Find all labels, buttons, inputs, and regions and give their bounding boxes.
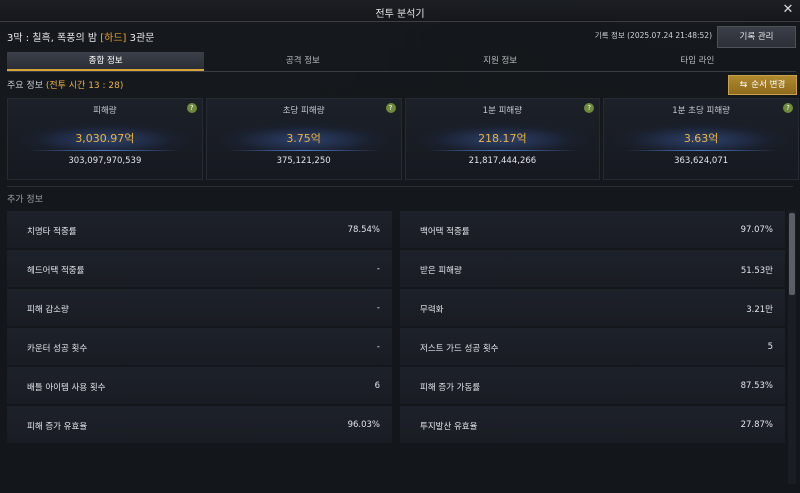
close-icon[interactable]: ✕: [780, 2, 796, 18]
stat-cards: 피해량 ? 3,030.97억 303,097,970,539 초당 피해량 ?…: [7, 98, 799, 180]
stat-name: 투지발산 유효율: [420, 422, 478, 432]
record-manage-button[interactable]: 기록 관리: [717, 26, 796, 48]
stat-name: 저스트 가드 성공 횟수: [420, 344, 499, 354]
stat-row: 배틀 아이템 사용 횟수 6: [7, 367, 392, 405]
section-divider: [7, 186, 793, 187]
help-icon[interactable]: ?: [783, 103, 793, 113]
stat-name: 헤드어택 적중률: [27, 266, 85, 276]
help-icon[interactable]: ?: [186, 103, 197, 113]
combat-analyzer-window: 전투 분석기 ✕ 3막 : 칠흑, 폭풍의 밤 [하드] 3관문 기록 정보 (…: [0, 0, 800, 493]
change-order-button[interactable]: ⇆ 순서 변경: [728, 75, 797, 95]
stat-name: 치명타 적중률: [27, 227, 77, 237]
glow-line: [226, 150, 381, 151]
tab-bar: 종합 정보 공격 정보 지원 정보 타임 라인: [7, 52, 796, 72]
record-header: 3막 : 칠흑, 폭풍의 밤 [하드] 3관문 기록 정보 (2025.07.2…: [0, 22, 800, 50]
stat-name: 카운터 성공 횟수: [27, 344, 88, 354]
change-order-label: 순서 변경: [751, 80, 786, 90]
stat-row: 피해 증가 가동률 87.53%: [400, 367, 785, 405]
stat-name: 백어택 적중률: [420, 227, 470, 237]
stat-row: 카운터 성공 횟수 -: [7, 328, 392, 366]
main-info-heading: 주요 정보 (전투 시간 13 : 28): [7, 78, 123, 91]
stat-card-raw: 375,121,250: [276, 156, 331, 166]
tab-summary[interactable]: 종합 정보: [7, 52, 205, 71]
stat-card-damage: 피해량 ? 3,030.97억 303,097,970,539: [7, 98, 203, 180]
stat-value: -: [376, 303, 380, 313]
window-title: 전투 분석기: [375, 9, 425, 20]
stat-value: 78.54%: [347, 225, 380, 235]
help-icon[interactable]: ?: [385, 103, 396, 113]
stat-name: 배틀 아이템 사용 횟수: [27, 383, 106, 393]
stat-name: 피해 감소량: [27, 305, 69, 315]
tab-support[interactable]: 지원 정보: [402, 52, 599, 71]
tab-attack[interactable]: 공격 정보: [204, 52, 401, 71]
stat-card-label: 초당 피해량: [282, 106, 325, 116]
stat-row: 무력화 3.21만: [400, 289, 785, 327]
stat-card-label: 1분 초당 피해량: [672, 106, 730, 116]
glow-line: [425, 150, 580, 151]
stat-row: 치명타 적중률 78.54%: [7, 211, 392, 249]
stat-name: 피해 증가 유효율: [27, 422, 88, 432]
extra-info-heading: 추가 정보: [7, 195, 43, 205]
stat-card-raw: 363,624,071: [674, 156, 729, 166]
stat-card-label: 피해량: [93, 106, 117, 116]
stat-row: 피해 증가 유효율 96.03%: [7, 406, 392, 444]
stat-card-1min-dps: 1분 초당 피해량 ? 3.63억 363,624,071: [603, 98, 799, 180]
extra-stats-grid: 치명타 적중률 78.54% 백어택 적중률 97.07% 헤드어택 적중률 - 받은…: [7, 211, 785, 444]
glow-line: [624, 150, 778, 151]
stat-row: 백어택 적중률 97.07%: [400, 211, 785, 249]
scrollbar[interactable]: [788, 211, 796, 484]
stat-value: 5: [767, 342, 773, 352]
stat-card-value: 3,030.97억: [75, 132, 135, 145]
stat-row: 저스트 가드 성공 횟수 5: [400, 328, 785, 366]
swap-icon: ⇆: [739, 80, 748, 90]
stat-card-value: 3.63억: [683, 132, 719, 145]
stage-title: 3막 : 칠흑, 폭풍의 밤 [하드] 3관문: [7, 29, 154, 44]
glow-line: [28, 150, 182, 151]
stat-name: 피해 증가 가동률: [420, 383, 481, 393]
stat-value: 6: [374, 381, 380, 391]
tab-timeline[interactable]: 타임 라인: [599, 52, 796, 71]
stat-row: 받은 피해량 51.53만: [400, 250, 785, 288]
stat-value: -: [376, 342, 380, 352]
stat-value: 96.03%: [347, 420, 380, 430]
stat-name: 받은 피해량: [420, 266, 462, 276]
stat-value: -: [376, 264, 380, 274]
record-info: 기록 정보 (2025.07.24 21:48:52): [594, 31, 712, 40]
stat-row: 투지발산 유효율 27.87%: [400, 406, 785, 444]
stat-card-raw: 21,817,444,266: [468, 156, 537, 166]
stat-card-value: 3.75억: [286, 132, 321, 145]
stat-row: 피해 감소량 -: [7, 289, 392, 327]
stat-name: 무력화: [420, 305, 444, 315]
stat-card-raw: 303,097,970,539: [68, 156, 142, 166]
stat-card-1min-damage: 1분 피해량 ? 218.17억 21,817,444,266: [404, 98, 601, 180]
difficulty-label: [하드]: [100, 33, 127, 44]
stage-prefix: 3막 : 칠흑, 폭풍의 밤: [7, 33, 101, 44]
stat-card-value: 218.17억: [478, 132, 527, 145]
stage-suffix: 3관문: [126, 33, 155, 44]
stat-row: 헤드어택 적중률 -: [7, 250, 392, 288]
stat-value: 87.53%: [740, 381, 773, 391]
stat-value: 3.21만: [746, 305, 773, 315]
stat-value: 97.07%: [740, 225, 773, 235]
stat-card-dps: 초당 피해량 ? 3.75억 375,121,250: [205, 98, 402, 180]
stat-value: 51.53만: [740, 266, 773, 276]
title-bar: 전투 분석기 ✕: [0, 0, 800, 22]
stat-card-label: 1분 피해량: [482, 106, 523, 116]
battle-time: (전투 시간 13 : 28): [45, 81, 124, 91]
main-info-label: 주요 정보: [7, 81, 46, 91]
scrollbar-thumb[interactable]: [789, 213, 795, 295]
stat-value: 27.87%: [740, 420, 773, 430]
